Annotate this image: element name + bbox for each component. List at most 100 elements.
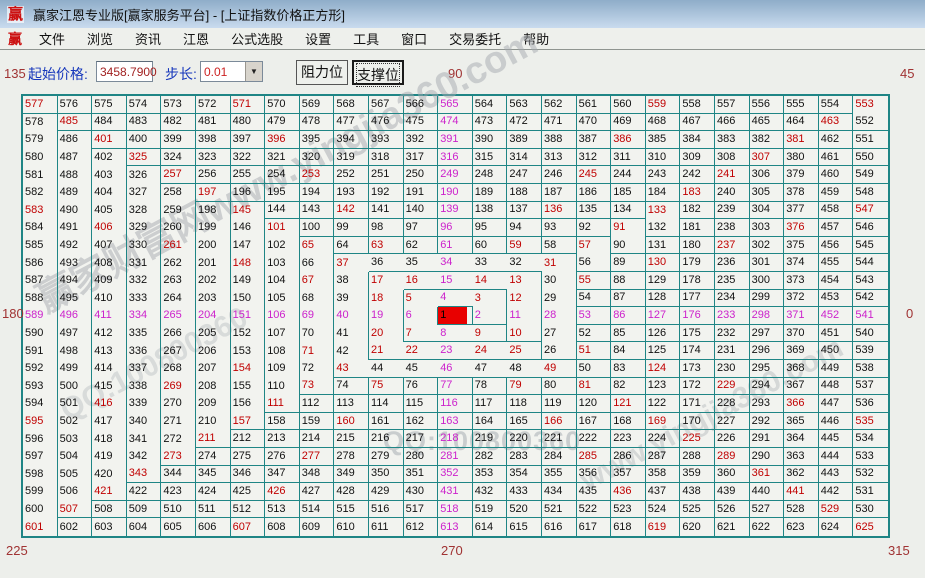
grid-cell[interactable]: 161 <box>369 413 404 431</box>
grid-cell[interactable]: 480 <box>231 114 266 132</box>
grid-cell[interactable]: 451 <box>819 325 854 343</box>
grid-cell[interactable]: 449 <box>819 360 854 378</box>
grid-cell[interactable]: 123 <box>646 378 681 396</box>
grid-cell[interactable]: 189 <box>473 184 508 202</box>
grid-cell[interactable]: 12 <box>507 290 542 308</box>
grid-cell[interactable]: 558 <box>680 96 715 114</box>
grid-cell[interactable]: 522 <box>577 501 612 519</box>
grid-cell[interactable]: 545 <box>853 237 888 255</box>
grid-cell[interactable]: 209 <box>196 395 231 413</box>
grid-cell[interactable]: 405 <box>92 202 127 220</box>
grid-cell[interactable]: 265 <box>161 307 196 325</box>
grid-cell[interactable]: 98 <box>369 219 404 237</box>
grid-cell[interactable]: 389 <box>507 131 542 149</box>
grid-cell[interactable]: 308 <box>715 149 750 167</box>
grid-cell[interactable]: 52 <box>577 325 612 343</box>
grid-cell[interactable]: 323 <box>196 149 231 167</box>
grid-cell[interactable]: 583 <box>23 202 58 220</box>
grid-cell[interactable]: 204 <box>196 307 231 325</box>
grid-cell[interactable]: 370 <box>784 325 819 343</box>
grid-cell[interactable]: 421 <box>92 483 127 501</box>
grid-cell[interactable]: 8 <box>438 325 473 343</box>
grid-cell[interactable]: 340 <box>127 413 162 431</box>
grid-cell[interactable]: 43 <box>334 360 369 378</box>
grid-cell[interactable]: 200 <box>196 237 231 255</box>
grid-cell[interactable]: 326 <box>127 166 162 184</box>
grid-cell[interactable]: 515 <box>334 501 369 519</box>
grid-cell[interactable]: 572 <box>196 96 231 114</box>
grid-cell[interactable]: 418 <box>92 430 127 448</box>
grid-cell[interactable]: 527 <box>750 501 785 519</box>
grid-cell[interactable]: 392 <box>404 131 439 149</box>
grid-cell[interactable]: 585 <box>23 237 58 255</box>
grid-cell[interactable]: 614 <box>473 518 508 536</box>
grid-cell[interactable]: 356 <box>577 466 612 484</box>
grid-cell[interactable]: 375 <box>784 237 819 255</box>
grid-cell[interactable]: 560 <box>611 96 646 114</box>
grid-cell[interactable]: 2 <box>473 307 508 325</box>
grid-cell[interactable]: 244 <box>611 166 646 184</box>
grid-cell[interactable]: 504 <box>58 448 93 466</box>
grid-cell[interactable]: 235 <box>715 272 750 290</box>
grid-cell[interactable]: 598 <box>23 466 58 484</box>
grid-cell[interactable]: 86 <box>611 307 646 325</box>
grid-cell[interactable]: 590 <box>23 325 58 343</box>
grid-cell[interactable]: 417 <box>92 413 127 431</box>
grid-cell[interactable]: 134 <box>611 202 646 220</box>
grid-cell[interactable]: 471 <box>542 114 577 132</box>
grid-cell[interactable]: 510 <box>161 501 196 519</box>
grid-cell[interactable]: 72 <box>300 360 335 378</box>
grid-cell[interactable]: 608 <box>265 518 300 536</box>
grid-cell[interactable]: 281 <box>438 448 473 466</box>
grid-cell[interactable]: 403 <box>92 166 127 184</box>
grid-cell[interactable]: 398 <box>196 131 231 149</box>
grid-cell[interactable]: 236 <box>715 254 750 272</box>
grid-cell[interactable]: 413 <box>92 342 127 360</box>
grid-cell[interactable]: 238 <box>715 219 750 237</box>
grid-cell[interactable]: 371 <box>784 307 819 325</box>
grid-cell[interactable]: 458 <box>819 202 854 220</box>
grid-cell[interactable]: 482 <box>161 114 196 132</box>
grid-cell[interactable]: 20 <box>369 325 404 343</box>
grid-cell[interactable]: 511 <box>196 501 231 519</box>
grid-cell[interactable]: 62 <box>404 237 439 255</box>
grid-cell[interactable]: 357 <box>611 466 646 484</box>
grid-cell[interactable]: 300 <box>750 272 785 290</box>
grid-cell[interactable]: 428 <box>334 483 369 501</box>
grid-cell[interactable]: 353 <box>473 466 508 484</box>
grid-cell[interactable]: 395 <box>300 131 335 149</box>
grid-cell[interactable]: 81 <box>577 378 612 396</box>
grid-cell[interactable]: 349 <box>334 466 369 484</box>
grid-cell[interactable]: 397 <box>231 131 266 149</box>
grid-cell[interactable]: 75 <box>369 378 404 396</box>
grid-cell[interactable]: 166 <box>542 413 577 431</box>
grid-cell[interactable]: 285 <box>577 448 612 466</box>
grid-cell[interactable]: 574 <box>127 96 162 114</box>
grid-cell[interactable]: 171 <box>680 395 715 413</box>
grid-cell[interactable]: 174 <box>680 342 715 360</box>
grid-cell[interactable]: 85 <box>611 325 646 343</box>
grid-cell[interactable]: 434 <box>542 483 577 501</box>
grid-cell[interactable]: 324 <box>161 149 196 167</box>
grid-cell[interactable]: 625 <box>853 518 888 536</box>
grid-cell[interactable]: 432 <box>473 483 508 501</box>
grid-cell[interactable]: 124 <box>646 360 681 378</box>
grid-cell[interactable]: 346 <box>231 466 266 484</box>
grid-cell[interactable]: 444 <box>819 448 854 466</box>
grid-cell[interactable]: 302 <box>750 237 785 255</box>
grid-cell[interactable]: 492 <box>58 237 93 255</box>
grid-cell[interactable]: 525 <box>680 501 715 519</box>
grid-cell[interactable]: 333 <box>127 290 162 308</box>
menu-item-window[interactable]: 窗口 <box>390 29 438 48</box>
grid-cell[interactable]: 328 <box>127 202 162 220</box>
grid-cell[interactable]: 195 <box>265 184 300 202</box>
grid-cell[interactable]: 259 <box>161 202 196 220</box>
grid-cell[interactable]: 268 <box>161 360 196 378</box>
grid-cell[interactable]: 57 <box>577 237 612 255</box>
grid-cell[interactable]: 470 <box>577 114 612 132</box>
grid-cell[interactable]: 260 <box>161 219 196 237</box>
grid-cell[interactable]: 207 <box>196 360 231 378</box>
grid-cell[interactable]: 53 <box>577 307 612 325</box>
grid-cell[interactable]: 331 <box>127 254 162 272</box>
grid-cell[interactable]: 87 <box>611 290 646 308</box>
